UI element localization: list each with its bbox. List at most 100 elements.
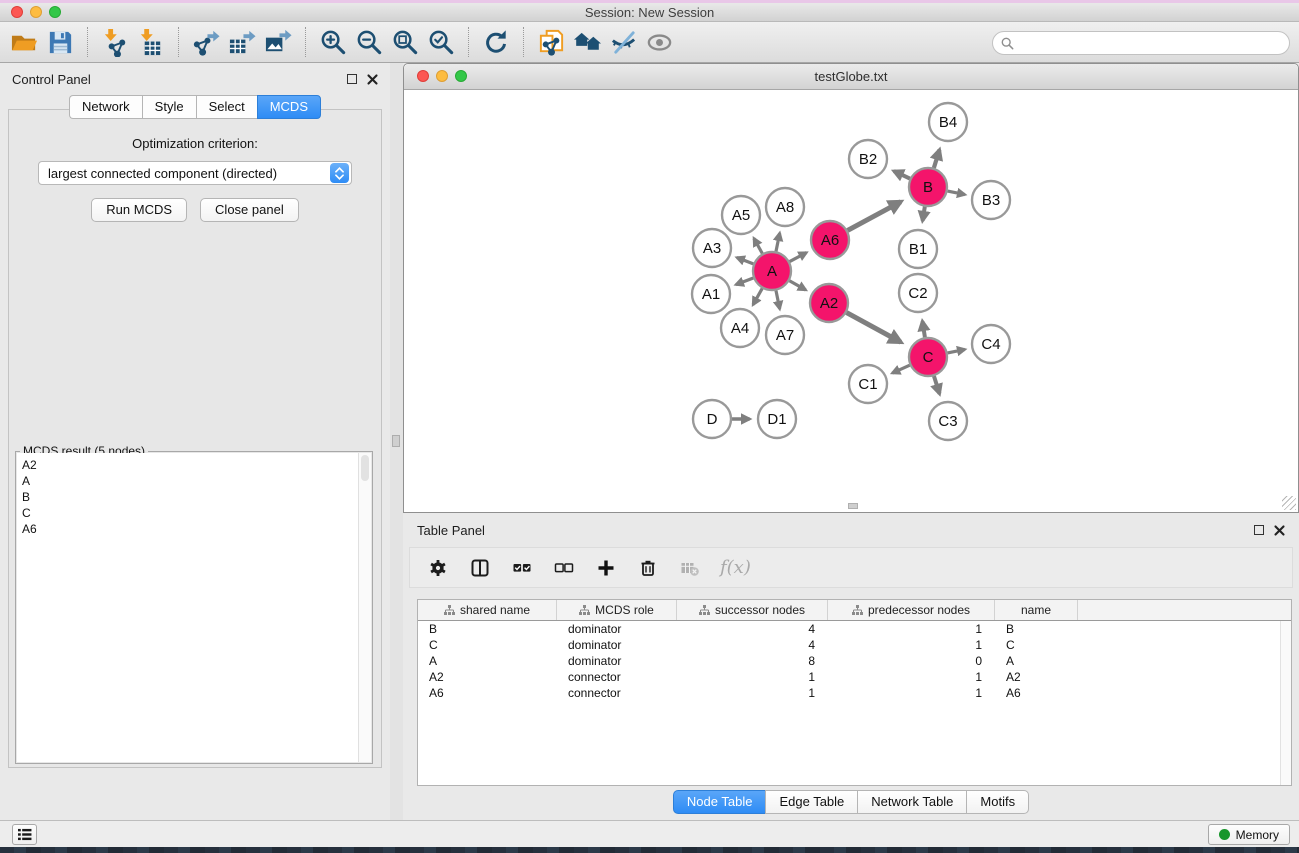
graph-node-D[interactable]: D: [693, 400, 731, 438]
show-all-button[interactable]: [641, 24, 677, 60]
graph-node-B[interactable]: B: [909, 168, 947, 206]
minimize-window-button[interactable]: [30, 6, 42, 18]
run-mcds-button[interactable]: Run MCDS: [91, 198, 187, 222]
save-session-button[interactable]: [42, 24, 78, 60]
graph-node-A7[interactable]: A7: [766, 316, 804, 354]
table-close-panel-icon[interactable]: [1274, 525, 1285, 536]
tab-edge-table[interactable]: Edge Table: [765, 790, 857, 814]
graph-node-A6[interactable]: A6: [811, 221, 849, 259]
import-table-icon: [137, 28, 166, 57]
show-panels-list-button[interactable]: [12, 824, 37, 845]
graph-node-B1[interactable]: B1: [899, 230, 937, 268]
column-header-MCDS-role[interactable]: MCDS role: [557, 600, 677, 620]
window-resize-grip[interactable]: [1282, 496, 1296, 510]
table-row[interactable]: Cdominator41C: [418, 637, 1291, 653]
network-minimize-button[interactable]: [436, 70, 448, 82]
close-panel-button[interactable]: Close panel: [200, 198, 299, 222]
zoom-in-button[interactable]: [315, 24, 351, 60]
search-field[interactable]: [992, 31, 1290, 55]
tab-node-table[interactable]: Node Table: [673, 790, 766, 814]
network-maximize-button[interactable]: [455, 70, 467, 82]
export-network-button[interactable]: [188, 24, 224, 60]
desktop-background: [0, 847, 1299, 853]
column-type-tree-icon: [579, 605, 590, 616]
result-list-item[interactable]: B: [17, 489, 371, 505]
delete-row-button[interactable]: [636, 556, 660, 580]
graph-node-B3[interactable]: B3: [972, 181, 1010, 219]
result-list-scrollbar[interactable]: [358, 453, 371, 762]
first-neighbors-button[interactable]: [569, 24, 605, 60]
open-file-button[interactable]: [6, 24, 42, 60]
table-row[interactable]: Bdominator41B: [418, 621, 1291, 637]
canvas-hscroll-thumb[interactable]: [848, 503, 858, 509]
table-row[interactable]: Adominator80A: [418, 653, 1291, 669]
graph-node-A8[interactable]: A8: [766, 188, 804, 226]
column-header-name[interactable]: name: [995, 600, 1078, 620]
panel-splitter[interactable]: [390, 63, 403, 820]
graph-node-C[interactable]: C: [909, 338, 947, 376]
column-header-successor-nodes[interactable]: successor nodes: [677, 600, 828, 620]
network-window-titlebar[interactable]: testGlobe.txt: [404, 64, 1298, 90]
maximize-window-button[interactable]: [49, 6, 61, 18]
result-list-item[interactable]: C: [17, 505, 371, 521]
graph-node-A[interactable]: A: [753, 252, 791, 290]
import-table-button[interactable]: [133, 24, 169, 60]
table-row[interactable]: A6connector11A6: [418, 685, 1291, 701]
column-header-predecessor-nodes[interactable]: predecessor nodes: [828, 600, 995, 620]
refresh-layout-button[interactable]: [478, 24, 514, 60]
network-canvas[interactable]: A A1 A2 A3 A4 A5 A6 A7 A8 B B1 B2 B3 B4 C C1 C2 C3 C4 D D1: [405, 91, 1297, 511]
optimization-criterion-dropdown[interactable]: largest connected component (directed): [38, 161, 352, 185]
result-list-item[interactable]: A: [17, 473, 371, 489]
columns-button[interactable]: [468, 556, 492, 580]
table-cell: A2: [995, 670, 1078, 684]
result-list-item[interactable]: A6: [17, 521, 371, 537]
import-network-button[interactable]: [97, 24, 133, 60]
settings-gear-button[interactable]: [426, 556, 450, 580]
column-header-shared-name[interactable]: shared name: [418, 600, 557, 620]
graph-node-C2[interactable]: C2: [899, 274, 937, 312]
graph-node-B4[interactable]: B4: [929, 103, 967, 141]
graph-node-A3[interactable]: A3: [693, 229, 731, 267]
zoom-out-button[interactable]: [351, 24, 387, 60]
svg-text:B2: B2: [859, 151, 877, 168]
close-panel-icon[interactable]: [367, 74, 378, 85]
graph-node-A4[interactable]: A4: [721, 309, 759, 347]
table-row[interactable]: A2connector11A2: [418, 669, 1291, 685]
graph-node-D1[interactable]: D1: [758, 400, 796, 438]
table-scrollbar[interactable]: [1280, 621, 1291, 785]
result-list-item[interactable]: A2: [17, 457, 371, 473]
float-panel-icon[interactable]: [347, 74, 357, 84]
zoom-fit-button[interactable]: [387, 24, 423, 60]
memory-button[interactable]: Memory: [1208, 824, 1290, 845]
svg-text:D1: D1: [767, 411, 786, 428]
graph-node-C1[interactable]: C1: [849, 365, 887, 403]
graph-node-A5[interactable]: A5: [722, 196, 760, 234]
graph-node-A2[interactable]: A2: [810, 284, 848, 322]
tab-select[interactable]: Select: [196, 95, 257, 119]
zoom-selected-button[interactable]: [423, 24, 459, 60]
graph-node-A1[interactable]: A1: [692, 275, 730, 313]
graph-node-C3[interactable]: C3: [929, 402, 967, 440]
hide-selected-button[interactable]: [605, 24, 641, 60]
close-window-button[interactable]: [11, 6, 23, 18]
import-network-icon: [101, 28, 130, 57]
table-float-panel-icon[interactable]: [1254, 525, 1264, 535]
tab-network[interactable]: Network: [69, 95, 142, 119]
control-panel-title: Control Panel: [12, 72, 347, 87]
tab-mcds[interactable]: MCDS: [257, 95, 321, 119]
splitter-handle[interactable]: [392, 435, 400, 447]
graph-node-B2[interactable]: B2: [849, 140, 887, 178]
new-network-from-selection-button[interactable]: [533, 24, 569, 60]
export-image-button[interactable]: [260, 24, 296, 60]
tab-style[interactable]: Style: [142, 95, 196, 119]
graph-node-C4[interactable]: C4: [972, 325, 1010, 363]
tab-motifs[interactable]: Motifs: [966, 790, 1029, 814]
export-network-icon: [192, 28, 221, 57]
export-table-button[interactable]: [224, 24, 260, 60]
network-close-button[interactable]: [417, 70, 429, 82]
search-input[interactable]: [1014, 36, 1289, 50]
select-all-button[interactable]: [510, 556, 534, 580]
deselect-all-button[interactable]: [552, 556, 576, 580]
add-row-button[interactable]: [594, 556, 618, 580]
tab-network-table[interactable]: Network Table: [857, 790, 966, 814]
